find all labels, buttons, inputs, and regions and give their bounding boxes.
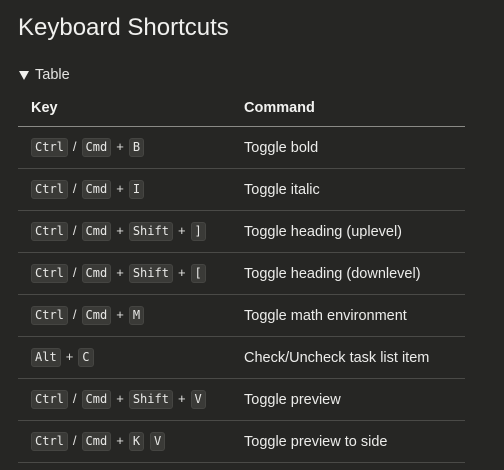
table-header-row: Key Command [18,89,465,127]
key-cap: K [128,432,145,451]
key-cap: [ [190,264,206,283]
key-cap: Cmd [81,264,112,283]
table-row: Ctrl / Cmd + I Toggle italic [18,168,465,211]
key-cell: Ctrl / Cmd + K V [18,420,231,463]
key-cap: Cmd [81,306,112,325]
shortcuts-page: Keyboard Shortcuts Table Key Command Ctr… [0,0,504,470]
key-separator: + [116,433,124,448]
column-header-key: Key [18,89,231,127]
key-cap: Ctrl [31,138,68,157]
key-cap: V [150,432,166,451]
key-separator: + [116,307,124,322]
key-cap: Ctrl [31,222,68,241]
command-cell: Toggle preview [231,378,465,421]
key-cap: I [128,180,145,199]
table-section-toggle[interactable]: Table [18,66,486,84]
command-cell: Check/Uncheck task list item [231,336,465,379]
key-separator: + [116,223,124,238]
table-row: Ctrl / Cmd + K V Toggle preview to side [18,420,465,463]
key-separator: + [116,139,124,154]
shortcuts-table: Key Command Ctrl / Cmd + B Toggle bold Ctrl / Cm… [18,89,465,463]
key-separator: + [116,181,124,196]
column-header-command: Command [231,89,465,127]
key-cap: Shift [128,390,173,409]
key-cap: Ctrl [31,264,68,283]
key-cap: Cmd [81,432,112,451]
key-cell: Ctrl / Cmd + Shift + V [18,378,231,421]
key-separator: + [177,265,186,280]
key-separator: / [72,139,77,154]
key-separator: + [116,391,124,406]
key-cell: Ctrl / Cmd + M [18,294,231,337]
table-row: Alt + C Check/Uncheck task list item [18,336,465,379]
key-cap: B [128,138,145,157]
key-cap: Ctrl [31,390,68,409]
key-separator: / [72,265,77,280]
key-cap: Cmd [81,390,112,409]
key-cell: Ctrl / Cmd + Shift + [ [18,252,231,295]
key-cell: Ctrl / Cmd + I [18,168,231,211]
command-cell: Toggle heading (downlevel) [231,252,465,295]
key-separator: / [72,181,77,196]
key-separator: + [177,391,186,406]
command-cell: Toggle bold [231,126,465,169]
page-title: Keyboard Shortcuts [18,14,229,41]
key-separator: / [72,391,77,406]
key-separator: + [116,265,124,280]
table-row: Ctrl / Cmd + B Toggle bold [18,126,465,169]
key-cap: Shift [128,264,173,283]
table-row: Ctrl / Cmd + Shift + V Toggle preview [18,378,465,421]
key-cap: Ctrl [31,180,68,199]
key-cell: Ctrl / Cmd + B [18,126,231,169]
command-cell: Toggle preview to side [231,420,465,463]
key-cap: Cmd [81,180,112,199]
key-cap: Shift [128,222,173,241]
key-cap: Ctrl [31,306,68,325]
command-cell: Toggle italic [231,168,465,211]
key-separator: + [177,223,186,238]
command-cell: Toggle math environment [231,294,465,337]
key-separator: / [72,433,77,448]
table-row: Ctrl / Cmd + Shift + [ Toggle heading (downleve… [18,252,465,295]
table-row: Ctrl / Cmd + M Toggle math environment [18,294,465,337]
triangle-down-icon [19,70,29,80]
key-cell: Ctrl / Cmd + Shift +] [18,210,231,253]
table-row: Ctrl / Cmd + Shift +] Toggle heading (uplevel) [18,210,465,253]
command-cell: Toggle heading (uplevel) [231,210,465,253]
key-cap: V [190,390,206,409]
key-cap: ] [190,222,206,241]
table-body: Ctrl / Cmd + B Toggle bold Ctrl / Cmd + I Toggle it… [18,126,465,463]
key-cap: Ctrl [31,432,68,451]
key-cap: C [78,348,94,367]
key-separator: / [72,307,77,322]
key-cap: M [128,306,145,325]
key-cap: Alt [31,348,61,367]
key-separator: / [72,223,77,238]
key-cap: Cmd [81,222,112,241]
section-label: Table [35,67,70,83]
key-cell: Alt + C [18,336,231,379]
key-separator: + [65,349,74,364]
key-cap: Cmd [81,138,112,157]
